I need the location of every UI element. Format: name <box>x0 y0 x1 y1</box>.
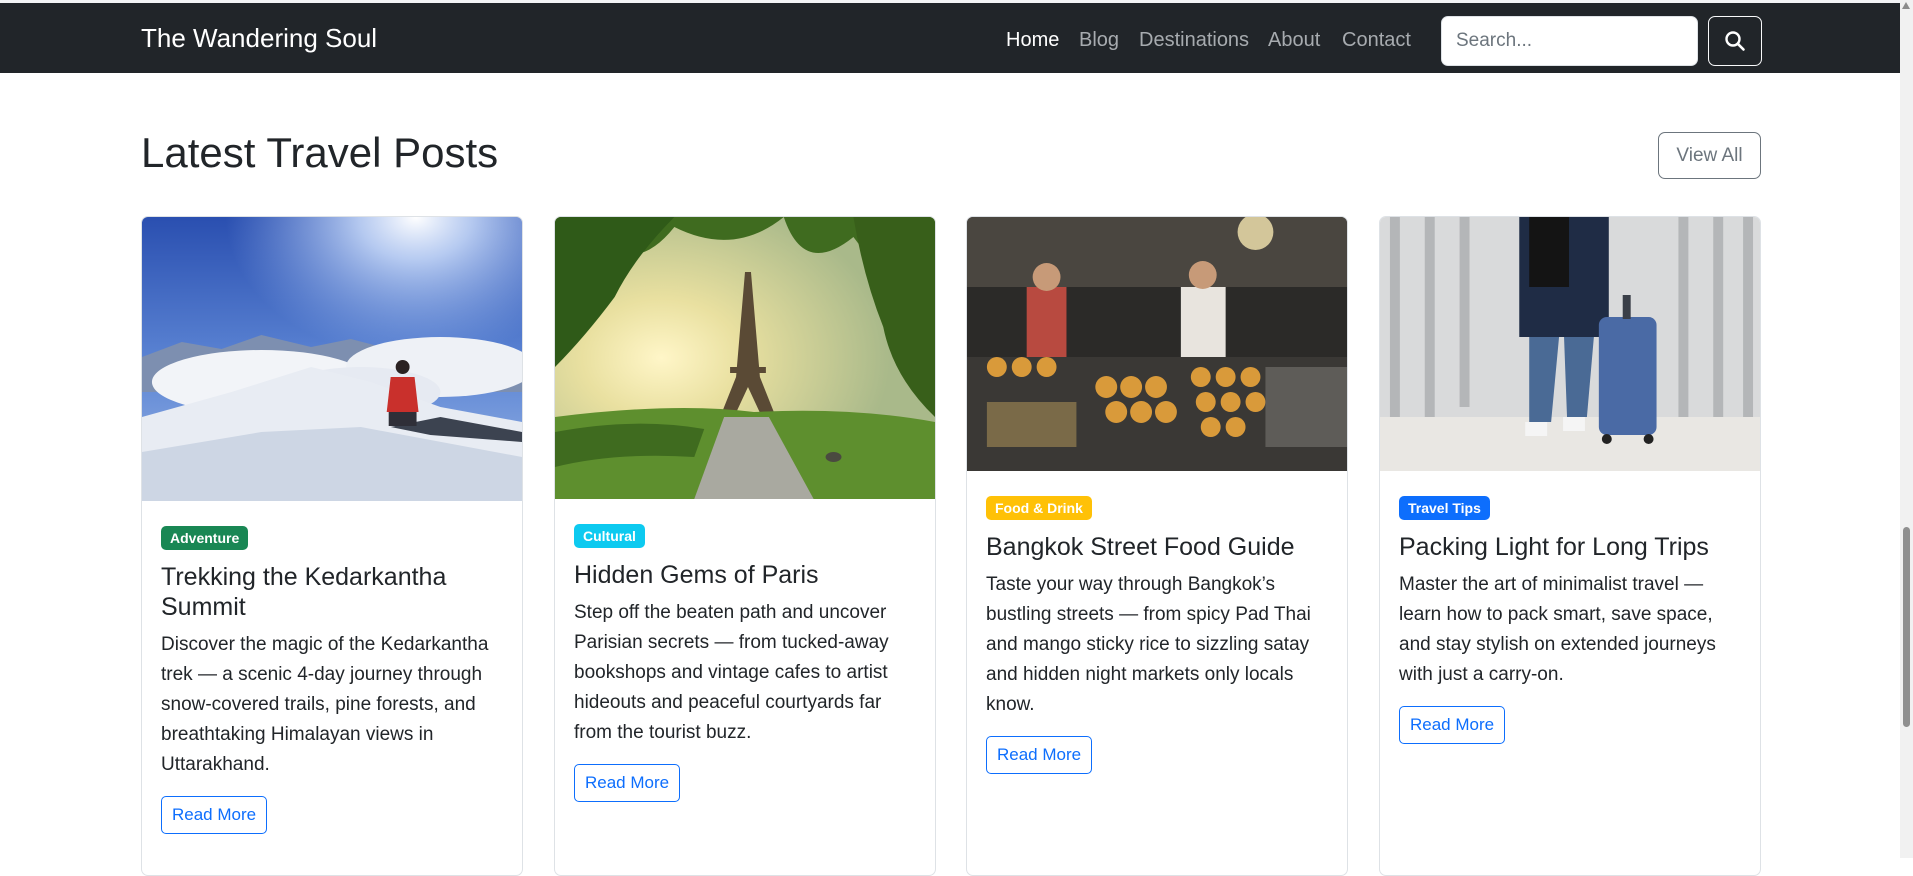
scroll-up-arrow-icon[interactable] <box>1902 2 1910 9</box>
post-image-mountain[interactable] <box>142 217 522 501</box>
post-excerpt: Taste your way through Bangkok’s bustlin… <box>986 574 1311 715</box>
search-button[interactable] <box>1708 16 1762 66</box>
post-image-street-food[interactable] <box>967 217 1347 471</box>
nav-link-about[interactable]: About <box>1268 28 1320 52</box>
post-title[interactable]: Trekking the Kedarkantha Summit <box>161 562 503 622</box>
post-title[interactable]: Hidden Gems of Paris <box>574 560 916 590</box>
category-badge[interactable]: Cultural <box>574 524 645 548</box>
post-excerpt: Master the art of minimalist travel — le… <box>1399 574 1716 685</box>
scrollbar-thumb[interactable] <box>1903 527 1910 727</box>
navbar: The Wandering Soul Home Blog Destination… <box>0 3 1900 73</box>
post-image-paris[interactable] <box>555 217 935 499</box>
category-label: Travel Tips <box>1408 500 1481 516</box>
post-card: Travel Tips Packing Light for Long Trips… <box>1379 216 1761 876</box>
read-more-button[interactable]: Read More <box>161 796 268 834</box>
post-card: Cultural Hidden Gems of Paris Step off t… <box>554 216 936 876</box>
post-card: Food & Drink Bangkok Street Food Guide T… <box>966 216 1348 876</box>
nav-link-blog[interactable]: Blog <box>1079 28 1119 52</box>
post-excerpt: Step off the beaten path and uncover Par… <box>574 602 889 743</box>
nav-link-contact[interactable]: Contact <box>1342 28 1411 52</box>
read-more-button[interactable]: Read More <box>1399 706 1506 744</box>
category-label: Cultural <box>583 528 636 544</box>
brand-logo[interactable]: The Wandering Soul <box>141 23 377 53</box>
card-body: Cultural Hidden Gems of Paris Step off t… <box>574 524 916 802</box>
page-scrollbar[interactable] <box>1900 0 1913 858</box>
nav-link-destinations[interactable]: Destinations <box>1139 28 1249 52</box>
post-image-suitcase[interactable] <box>1380 217 1760 471</box>
category-label: Food & Drink <box>995 500 1083 516</box>
view-all-button[interactable]: View All <box>1658 132 1761 179</box>
card-body: Food & Drink Bangkok Street Food Guide T… <box>986 496 1328 774</box>
category-label: Adventure <box>170 530 240 546</box>
nav-link-home[interactable]: Home <box>1006 28 1059 52</box>
read-more-button[interactable]: Read More <box>574 764 681 802</box>
search-icon <box>1724 30 1746 52</box>
category-badge[interactable]: Food & Drink <box>986 496 1092 520</box>
post-excerpt: Discover the magic of the Kedarkantha tr… <box>161 634 489 775</box>
post-card: Adventure Trekking the Kedarkantha Summi… <box>141 216 523 876</box>
section-title: Latest Travel Posts <box>141 129 499 176</box>
post-title[interactable]: Bangkok Street Food Guide <box>986 532 1328 562</box>
post-title[interactable]: Packing Light for Long Trips <box>1399 532 1741 562</box>
search-input[interactable] <box>1441 16 1698 66</box>
category-badge[interactable]: Travel Tips <box>1399 496 1490 520</box>
card-body: Adventure Trekking the Kedarkantha Summi… <box>161 526 503 834</box>
category-badge[interactable]: Adventure <box>161 526 249 550</box>
card-body: Travel Tips Packing Light for Long Trips… <box>1399 496 1741 744</box>
read-more-button[interactable]: Read More <box>986 736 1093 774</box>
